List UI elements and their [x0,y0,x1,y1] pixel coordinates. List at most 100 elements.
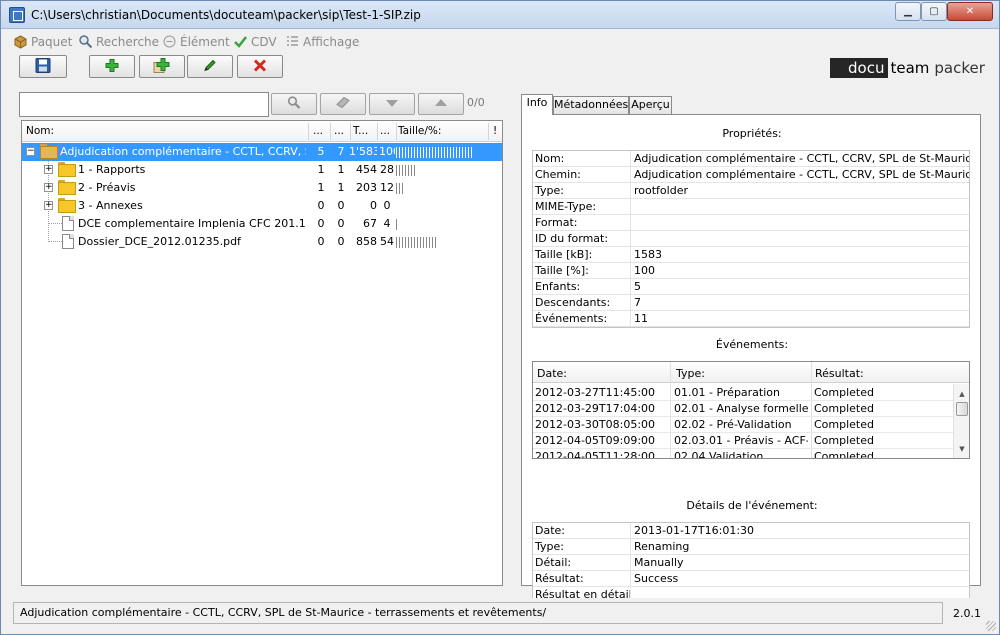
events-scrollbar[interactable]: ▲ ▼ [953,384,969,458]
tab-info[interactable]: Info [521,94,553,115]
property-row: Type: rootfolder [533,183,969,199]
add-multiple-button[interactable] [139,55,185,78]
events-column-date[interactable]: Date: [535,367,669,380]
property-value[interactable]: rootfolder [632,183,969,199]
tree-row[interactable]: − Adjudication complémentaire - CCTL, CCR… [22,143,502,161]
pencil-icon [202,57,218,76]
menu-recherche[interactable]: Recherche [78,33,159,50]
event-detail-row: Date: 2013-01-17T16:01:30 [533,523,969,539]
tree-row[interactable]: +1 - Rapports 1 1 454 28 [22,161,502,179]
expand-icon[interactable]: + [44,165,53,174]
event-detail-key: Date: [533,523,631,539]
event-row[interactable]: 2012-03-27T11:45:00 01.01 - Préparation Co… [533,385,953,401]
expand-icon[interactable]: + [44,201,53,210]
tree-row[interactable]: +3 - Annexes 0 0 0 0 [22,197,502,215]
scroll-thumb[interactable] [956,402,968,416]
size-bar [396,165,417,176]
property-value[interactable]: Adjudication complémentaire - CCTL, CCRV… [632,167,969,183]
event-result: Completed [814,386,874,399]
column-name[interactable]: Nom: [26,125,306,137]
edit-button[interactable] [187,55,233,78]
resize-grip[interactable] [986,621,996,631]
property-value[interactable]: 7 [632,295,969,311]
property-value[interactable]: 11 [632,311,969,327]
search-button[interactable] [271,93,317,115]
property-value[interactable] [632,199,969,215]
events-column-result[interactable]: Résultat: [813,367,951,380]
property-value[interactable] [632,215,969,231]
size-bar [396,237,437,248]
window-title: C:\Users\christian\Documents\docuteam\pa… [31,8,421,22]
column-percent[interactable]: ... [380,125,396,137]
property-value[interactable]: 100 [632,263,969,279]
property-row: MIME-Type: [533,199,969,215]
app-window: C:\Users\christian\Documents\docuteam\pa… [0,0,1000,635]
scroll-down-icon[interactable]: ▼ [957,444,967,454]
tree-row[interactable]: DCE complementaire Implenia CFC 201.10.d… [22,215,502,233]
tree-row-name: 3 - Annexes [78,199,143,212]
menu-element[interactable]: Élément [162,33,230,50]
tree-row-percent: 100 [379,145,395,158]
tree-row-children: 1 [317,181,325,194]
property-value[interactable]: 1583 [632,247,969,263]
event-result: Completed [814,434,874,447]
logo-part-docu: docu [830,58,889,78]
clear-search-button[interactable] [320,93,366,115]
logo-part-packer: packer [934,59,985,77]
column-descendants[interactable]: ... [334,125,350,137]
event-row[interactable]: 2012-04-05T09:09:00 02.03.01 - Préavis - … [533,433,953,449]
event-detail-value[interactable]: Manually [632,555,969,571]
chevron-down-icon [385,97,399,111]
search-input[interactable] [19,92,269,117]
event-row[interactable]: 2012-03-29T17:04:00 02.01 - Analyse forme… [533,401,953,417]
property-key: Nom: [533,151,631,167]
expand-icon[interactable]: + [44,183,53,192]
event-result: Completed [814,450,874,459]
event-row[interactable]: 2012-03-30T08:05:00 02.02 - Pré-Validatio… [533,417,953,433]
logo-part-team: team [890,59,930,77]
plus-icon [104,57,120,76]
tree-row-children: 0 [317,199,325,212]
collapse-icon[interactable]: − [26,147,35,156]
save-button[interactable] [19,55,67,78]
red-x-icon [252,57,268,76]
maximize-button[interactable]: ▢ [921,2,947,21]
circle-icon [162,34,177,49]
menu-paquet[interactable]: Paquet [13,33,72,50]
tree-row[interactable]: Dossier_DCE_2012.01235.pdf 0 0 858 54 [22,233,502,251]
property-value[interactable]: 5 [632,279,969,295]
add-button[interactable] [89,55,135,78]
column-children[interactable]: ... [313,125,329,137]
tree-row-descendants: 1 [337,181,345,194]
minimize-button[interactable]: ▁ [895,2,921,21]
property-value[interactable] [632,231,969,247]
menu-cdv[interactable]: CDV [233,33,277,50]
tree-row-percent: 54 [380,235,394,248]
event-row[interactable]: 2012-04-05T11:28:00 02.04 Validation Compl… [533,449,953,459]
package-icon [13,34,28,49]
menu-recherche-label: Recherche [96,34,160,49]
events-column-type[interactable]: Type: [674,367,810,380]
event-detail-value[interactable]: Success [632,571,969,587]
event-detail-value[interactable]: Renaming [632,539,969,555]
tree-row-children: 0 [317,235,325,248]
size-bar [396,219,399,230]
property-value[interactable]: Adjudication complémentaire - CCTL, CCRV… [632,151,969,167]
tree-row[interactable]: +2 - Préavis 1 1 203 12 [22,179,502,197]
tab-metadonnees[interactable]: Métadonnées [553,96,629,114]
menu-affichage[interactable]: Affichage [285,33,359,50]
tab-apercu[interactable]: Aperçu [629,96,672,114]
next-result-button[interactable] [369,93,415,115]
column-flag[interactable]: ! [493,125,501,137]
close-button[interactable]: ✕ [947,2,993,21]
column-size-bar[interactable]: Taille/%: [398,125,486,137]
previous-result-button[interactable] [418,93,464,115]
event-type: 02.01 - Analyse formelle ... [674,402,808,415]
scroll-up-icon[interactable]: ▲ [957,389,967,399]
panel-splitter[interactable] [506,86,512,588]
event-detail-value[interactable]: 2013-01-17T16:01:30 [632,523,969,539]
search-icon [78,34,93,49]
delete-button[interactable] [237,55,283,78]
tree-row-name: Adjudication complémentaire - CCTL, CCRV… [60,145,306,158]
column-size[interactable]: T... [353,125,375,137]
